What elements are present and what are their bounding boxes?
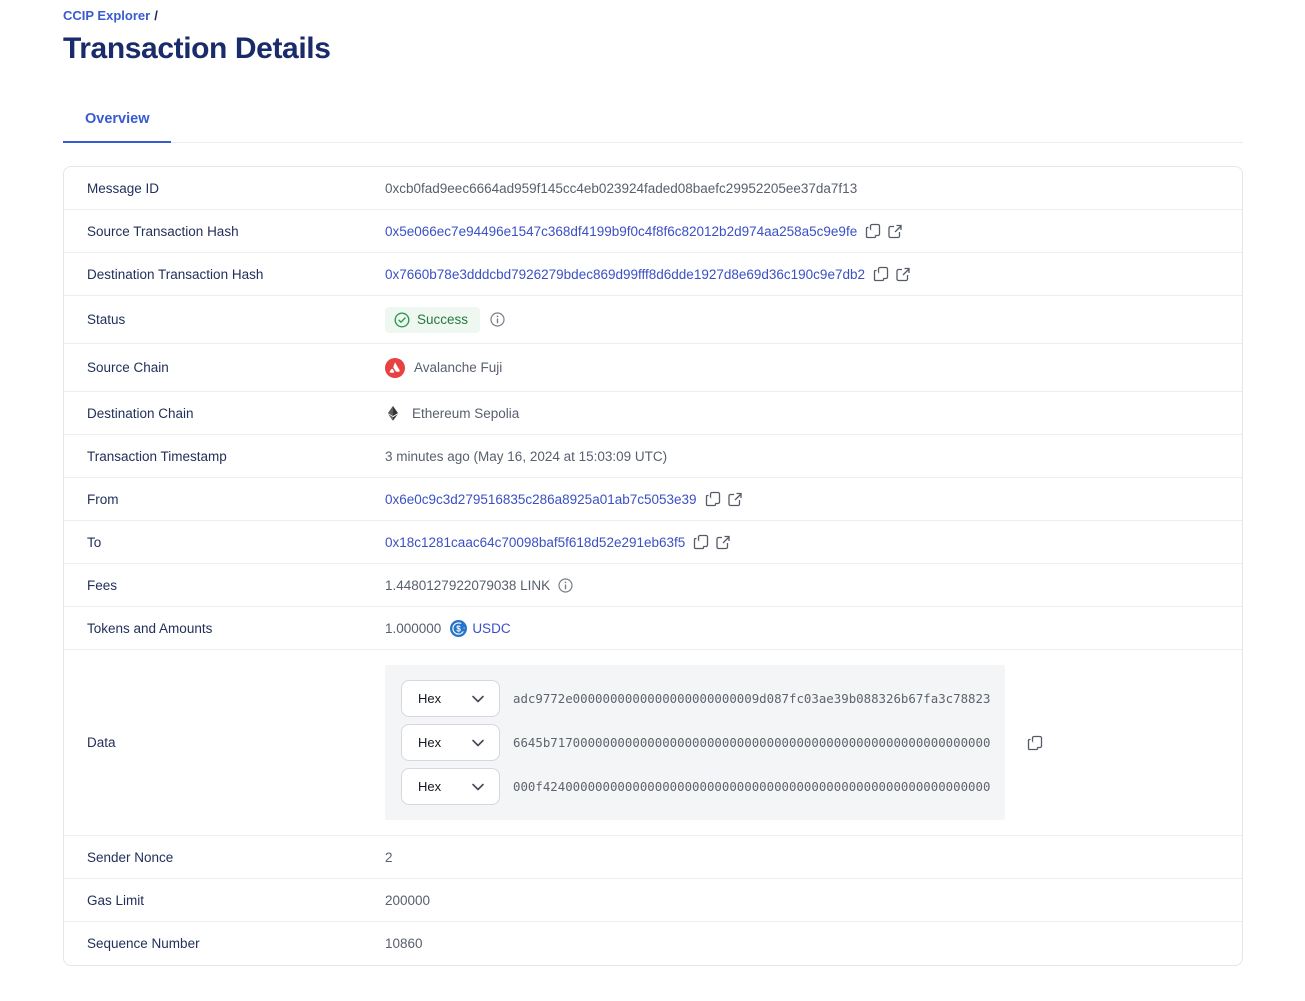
- transaction-details-table: Message ID 0xcb0fad9eec6664ad959f145cc4e…: [63, 166, 1243, 966]
- row-label: Sender Nonce: [64, 850, 385, 865]
- tab-overview[interactable]: Overview: [63, 111, 171, 143]
- usdc-icon: [450, 620, 467, 637]
- page-title: Transaction Details: [63, 32, 1243, 66]
- hex-format-dropdown[interactable]: Hex: [401, 768, 500, 805]
- chevron-down-icon: [470, 779, 486, 795]
- token-symbol: USDC: [472, 621, 510, 636]
- data-line-3: Hex 000f42400000000000000000000000000000…: [401, 768, 989, 805]
- data-hex-value: adc9772e0000000000000000000000009d087fc0…: [513, 691, 990, 706]
- sequence-number-value: 10860: [385, 936, 423, 951]
- table-row-status: Status Success: [64, 296, 1242, 344]
- avalanche-icon: [385, 358, 405, 378]
- breadcrumb: CCIP Explorer /: [63, 8, 1243, 23]
- info-icon[interactable]: [490, 312, 505, 327]
- row-label: Status: [64, 312, 385, 327]
- copy-icon[interactable]: [873, 266, 889, 282]
- token-amount: 1.000000: [385, 621, 441, 636]
- row-label: Transaction Timestamp: [64, 449, 385, 464]
- message-id-value: 0xcb0fad9eec6664ad959f145cc4eb023924fade…: [385, 181, 857, 196]
- table-row-data: Data Hex adc9772e00000000000000000000000…: [64, 650, 1242, 836]
- fees-value: 1.4480127922079038 LINK: [385, 578, 550, 593]
- table-row-gas-limit: Gas Limit 200000: [64, 879, 1242, 922]
- source-tx-hash-link[interactable]: 0x5e066ec7e94496e1547c368df4199b9f0c4f8f…: [385, 224, 857, 239]
- table-row-source-tx-hash: Source Transaction Hash 0x5e066ec7e94496…: [64, 210, 1242, 253]
- table-row-tokens: Tokens and Amounts 1.000000 USDC: [64, 607, 1242, 650]
- row-label: Data: [64, 735, 385, 750]
- copy-icon[interactable]: [693, 534, 709, 550]
- chevron-down-icon: [470, 691, 486, 707]
- hex-format-dropdown[interactable]: Hex: [401, 680, 500, 717]
- external-link-icon[interactable]: [887, 223, 903, 239]
- copy-icon[interactable]: [705, 491, 721, 507]
- breadcrumb-separator: /: [154, 8, 158, 23]
- chevron-down-icon: [470, 735, 486, 751]
- row-label: Sequence Number: [64, 936, 385, 951]
- to-address-link[interactable]: 0x18c1281caac64c70098baf5f618d52e291eb63…: [385, 535, 685, 550]
- data-line-1: Hex adc9772e0000000000000000000000009d08…: [401, 680, 989, 717]
- data-hex-value: 6645b71700000000000000000000000000000000…: [513, 735, 990, 750]
- table-row-source-chain: Source Chain Avalanche Fuji: [64, 344, 1242, 392]
- usdc-token-link[interactable]: USDC: [450, 620, 510, 637]
- gas-limit-value: 200000: [385, 893, 430, 908]
- dest-chain-name: Ethereum Sepolia: [412, 406, 519, 421]
- status-text: Success: [417, 312, 468, 327]
- from-address-link[interactable]: 0x6e0c9c3d279516835c286a8925a01ab7c5053e…: [385, 492, 697, 507]
- external-link-icon[interactable]: [895, 266, 911, 282]
- source-chain-name: Avalanche Fuji: [414, 360, 502, 375]
- row-label: Gas Limit: [64, 893, 385, 908]
- hex-format-label: Hex: [418, 779, 441, 794]
- row-label: From: [64, 492, 385, 507]
- table-row-sequence-number: Sequence Number 10860: [64, 922, 1242, 965]
- ethereum-icon: [385, 405, 401, 422]
- table-row-dest-chain: Destination Chain Ethereum Sepolia: [64, 392, 1242, 435]
- row-label: Source Chain: [64, 360, 385, 375]
- data-line-2: Hex 6645b7170000000000000000000000000000…: [401, 724, 989, 761]
- table-row-sender-nonce: Sender Nonce 2: [64, 836, 1242, 879]
- transaction-details-page: CCIP Explorer / Transaction Details Overv…: [0, 0, 1305, 966]
- timestamp-value: 3 minutes ago (May 16, 2024 at 15:03:09 …: [385, 449, 667, 464]
- external-link-icon[interactable]: [715, 534, 731, 550]
- breadcrumb-ccip-explorer-link[interactable]: CCIP Explorer: [63, 8, 150, 23]
- table-row-from: From 0x6e0c9c3d279516835c286a8925a01ab7c…: [64, 478, 1242, 521]
- row-label: To: [64, 535, 385, 550]
- copy-icon[interactable]: [865, 223, 881, 239]
- info-icon[interactable]: [558, 578, 573, 593]
- hex-format-dropdown[interactable]: Hex: [401, 724, 500, 761]
- hex-format-label: Hex: [418, 691, 441, 706]
- table-row-message-id: Message ID 0xcb0fad9eec6664ad959f145cc4e…: [64, 167, 1242, 210]
- table-row-timestamp: Transaction Timestamp 3 minutes ago (May…: [64, 435, 1242, 478]
- check-circle-icon: [394, 312, 410, 328]
- hex-format-label: Hex: [418, 735, 441, 750]
- table-row-dest-tx-hash: Destination Transaction Hash 0x7660b78e3…: [64, 253, 1242, 296]
- copy-icon[interactable]: [1027, 735, 1043, 751]
- data-hex-value: 000f424000000000000000000000000000000000…: [513, 779, 990, 794]
- row-label: Source Transaction Hash: [64, 224, 385, 239]
- status-badge: Success: [385, 307, 480, 333]
- data-hex-panel: Hex adc9772e0000000000000000000000009d08…: [385, 665, 1005, 820]
- row-label: Destination Transaction Hash: [64, 267, 385, 282]
- row-label: Fees: [64, 578, 385, 593]
- sender-nonce-value: 2: [385, 850, 393, 865]
- row-label: Tokens and Amounts: [64, 621, 385, 636]
- external-link-icon[interactable]: [727, 491, 743, 507]
- row-label: Destination Chain: [64, 406, 385, 421]
- row-label: Message ID: [64, 181, 385, 196]
- table-row-to: To 0x18c1281caac64c70098baf5f618d52e291e…: [64, 521, 1242, 564]
- table-row-fees: Fees 1.4480127922079038 LINK: [64, 564, 1242, 607]
- dest-tx-hash-link[interactable]: 0x7660b78e3dddcbd7926279bdec869d99fff8d6…: [385, 267, 865, 282]
- tab-bar: Overview: [63, 110, 1243, 143]
